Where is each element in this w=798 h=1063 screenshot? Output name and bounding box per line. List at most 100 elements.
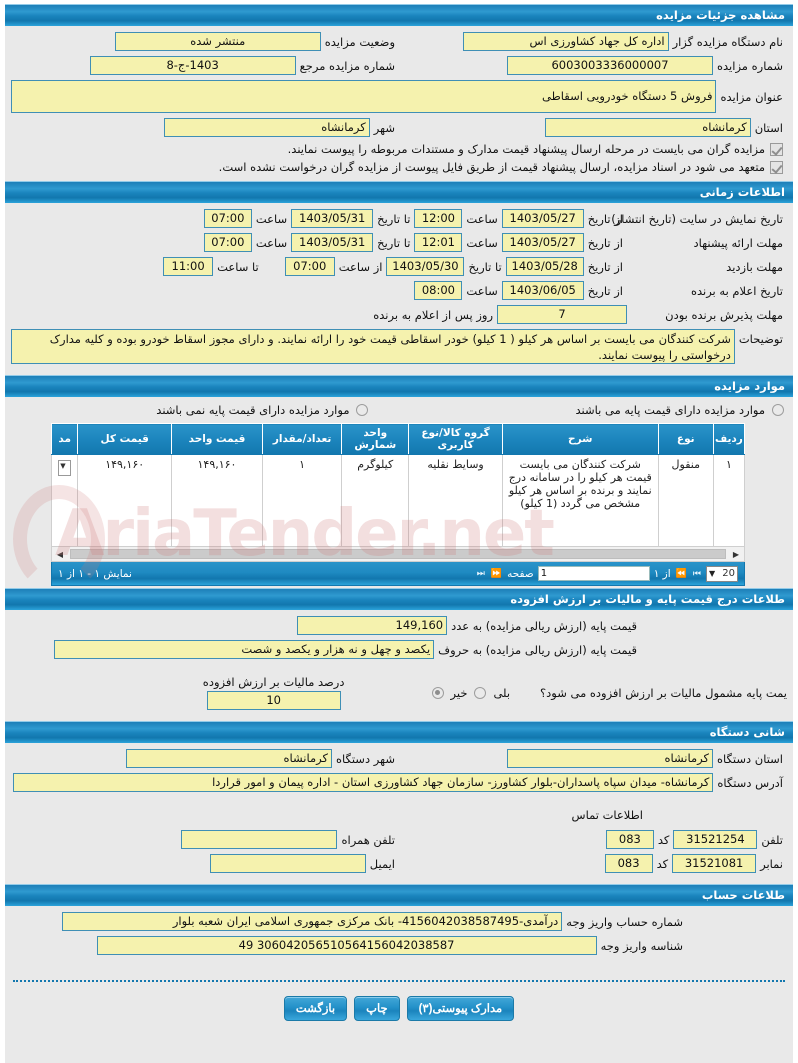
winner-time-value[interactable]: 08:00 <box>414 281 463 300</box>
cell-group: وسایط نقلیه <box>408 454 503 547</box>
col-index: ردیف <box>712 423 746 455</box>
base-price-text-value[interactable]: یکصد و چهل و نه هزار و یکصد و شصت <box>54 640 435 659</box>
row-number-ref: شماره مزایده 6003003336000007 شماره مزای… <box>11 56 787 75</box>
scroll-right-icon[interactable]: ▶ <box>730 549 742 560</box>
col-unit: واحد شمارش <box>341 423 410 455</box>
city-value[interactable]: کرمانشاه <box>163 118 370 137</box>
auction-details-page: مشاهده جزئیات مزایده نام دستگاه مزایده گ… <box>0 0 798 1063</box>
device-city-label: شهر دستگاه <box>335 751 395 766</box>
table-horizontal-scrollbar[interactable]: ◀ ▶ <box>51 547 745 562</box>
vat-percent-value[interactable]: 10 <box>206 691 341 710</box>
visit-to-label: تا تاریخ <box>468 259 502 274</box>
scroll-left-icon[interactable]: ◀ <box>54 549 66 560</box>
mobile-value[interactable] <box>181 830 338 849</box>
back-button[interactable]: بازگشت <box>283 996 348 1021</box>
publish-to-date[interactable]: 1403/05/31 <box>291 209 374 228</box>
radio-with-base-price[interactable] <box>772 404 784 416</box>
row-org-status: نام دستگاه مزایده گزار اداره کل جهاد کشا… <box>11 32 787 51</box>
ref-number-value[interactable]: 1403-ج-8 <box>89 56 296 75</box>
first-page-icon[interactable]: ⏮ <box>692 569 702 579</box>
publish-time2-label: ساعت <box>255 211 288 226</box>
visit-time2-label: تا ساعت <box>217 259 259 274</box>
table-row[interactable]: ۱ منقول شرکت کنندگان می بایست قیمت هر کی… <box>50 454 746 547</box>
prev-page-icon[interactable]: ⏪ <box>675 569 688 579</box>
publish-to-time[interactable]: 07:00 <box>203 209 252 228</box>
publish-to-label: تا تاریخ <box>377 211 411 226</box>
publish-from-date[interactable]: 1403/05/27 <box>501 209 584 228</box>
fax-value[interactable]: 31521081 <box>672 854 757 873</box>
proposal-to-time[interactable]: 07:00 <box>203 233 252 252</box>
col-unit-price: قیمت واحد <box>170 423 264 455</box>
col-type: نوع <box>657 423 714 455</box>
notes-value[interactable]: شرکت کنندگان می بایست بر اساس هر کیلو ( … <box>11 329 735 364</box>
visit-from-time[interactable]: 07:00 <box>284 257 335 276</box>
fax-code-value[interactable]: 083 <box>604 854 653 873</box>
phone-code-label: کد <box>657 832 670 847</box>
phone-code-value[interactable]: 083 <box>605 830 654 849</box>
attachments-button[interactable]: مدارک پیوستی(۳) <box>406 996 515 1021</box>
contact-title-row: اطلاعات تماس <box>11 808 787 822</box>
subject-value[interactable]: فروش 5 دستگاه خودرویی اسقاطی <box>11 80 717 113</box>
number-value[interactable]: 6003003336000007 <box>507 56 713 75</box>
radio-vat-no[interactable] <box>431 686 444 699</box>
vat-question: یمت پایه مشمول مالیات بر ارزش افزوده می … <box>540 685 787 700</box>
visit-time1-label: از ساعت <box>338 259 383 274</box>
proposal-from-date[interactable]: 1403/05/27 <box>501 233 584 252</box>
device-address-value[interactable]: کرمانشاه- میدان سپاه پاسداران-بلوار کشاو… <box>13 773 714 792</box>
page-size-select[interactable]: 20 <box>706 565 738 582</box>
col-desc: شرح <box>501 423 659 455</box>
check-icon <box>770 142 783 156</box>
visit-to-time[interactable]: 11:00 <box>163 257 214 276</box>
status-value[interactable]: منتشر شده <box>114 32 321 51</box>
last-page-icon[interactable]: ⏭ <box>476 569 486 579</box>
proposal-from-time[interactable]: 12:01 <box>414 233 463 252</box>
base-price-number-value[interactable]: 149,160 <box>297 616 448 635</box>
next-page-icon[interactable]: ⏩ <box>490 569 503 579</box>
print-button[interactable]: چاپ <box>354 996 400 1021</box>
proposal-to-date[interactable]: 1403/05/31 <box>291 233 374 252</box>
accept-suffix: روز پس از اعلام به برنده <box>373 307 493 322</box>
time-row-accept: مهلت پذیرش برنده بودن 7 روز پس از اعلام … <box>11 305 787 324</box>
visit-from-date[interactable]: 1403/05/28 <box>505 257 584 276</box>
chevron-down-icon[interactable] <box>58 460 72 476</box>
pager-left-group: 20 ⏮ ⏪ از ۱ 1 صفحه ⏩ ⏭ <box>476 565 738 582</box>
time-row-visit: مهلت بازدید از تاریخ 1403/05/28 تا تاریخ… <box>11 257 787 276</box>
check-icon <box>770 160 783 174</box>
details-body: نام دستگاه مزایده گزار اداره کل جهاد کشا… <box>5 26 793 181</box>
device-address-label: آدرس دستگاه <box>717 775 783 790</box>
items-body: موارد مزایده دارای قیمت پایه می باشند مو… <box>5 397 793 588</box>
scrollbar-thumb[interactable] <box>70 549 726 559</box>
address-body: استان دستگاه کرمانشاه شهر دستگاه کرمانشا… <box>5 743 793 884</box>
table-pager: 20 ⏮ ⏪ از ۱ 1 صفحه ⏩ ⏭ نمایش ۱ - ۱ از ۱ <box>51 562 745 586</box>
org-value[interactable]: اداره کل جهاد کشاورزی اس <box>462 32 669 51</box>
base-price-radio-row: موارد مزایده دارای قیمت پایه می باشند مو… <box>11 403 787 417</box>
cell-qty: ۱ <box>262 454 343 547</box>
col-total-price: قیمت کل <box>77 423 172 455</box>
device-province-value[interactable]: کرمانشاه <box>506 749 713 768</box>
account-number-value[interactable]: درآمدی-4156042038587495- بانک مرکزی جمهو… <box>62 912 563 931</box>
device-city-value[interactable]: کرمانشاه <box>125 749 332 768</box>
row-subject: عنوان مزایده فروش 5 دستگاه خودرویی اسقاط… <box>11 80 787 113</box>
vat-percent-block: درصد مالیات بر ارزش افزوده 10 <box>199 675 349 710</box>
contact-title: اطلاعات تماس <box>571 808 643 822</box>
visit-to-date[interactable]: 1403/05/30 <box>386 257 465 276</box>
email-value[interactable] <box>209 854 366 873</box>
fax-code-label: کد <box>656 856 669 871</box>
winner-from-date[interactable]: 1403/06/05 <box>501 281 584 300</box>
proposal-time1-label: ساعت <box>466 235 498 250</box>
cell-row-menu[interactable] <box>50 454 79 547</box>
radio-without-base-price[interactable] <box>356 404 369 416</box>
radio-vat-yes[interactable] <box>474 686 487 699</box>
row-device-address: آدرس دستگاه کرمانشاه- میدان سپاه پاسدارا… <box>11 773 787 792</box>
publish-from-time[interactable]: 12:00 <box>414 209 463 228</box>
phone-value[interactable]: 31521254 <box>673 830 758 849</box>
section-header-address: شانی دستگاه <box>5 721 793 743</box>
section-header-time: اطلاعات زمانی <box>5 181 793 203</box>
city-label: شهر <box>373 120 395 135</box>
page-number-input[interactable]: 1 <box>537 566 650 581</box>
deposit-id-value[interactable]: 306042056510564156042038587 49 <box>96 936 597 955</box>
items-table-wrapper: ردیف نوع شرح گروه کالا/نوع کاربری واحد ش… <box>50 423 746 586</box>
province-value[interactable]: کرمانشاه <box>544 118 751 137</box>
account-number-label: شماره حساب واریز وجه <box>566 914 683 929</box>
accept-value[interactable]: 7 <box>497 305 627 324</box>
